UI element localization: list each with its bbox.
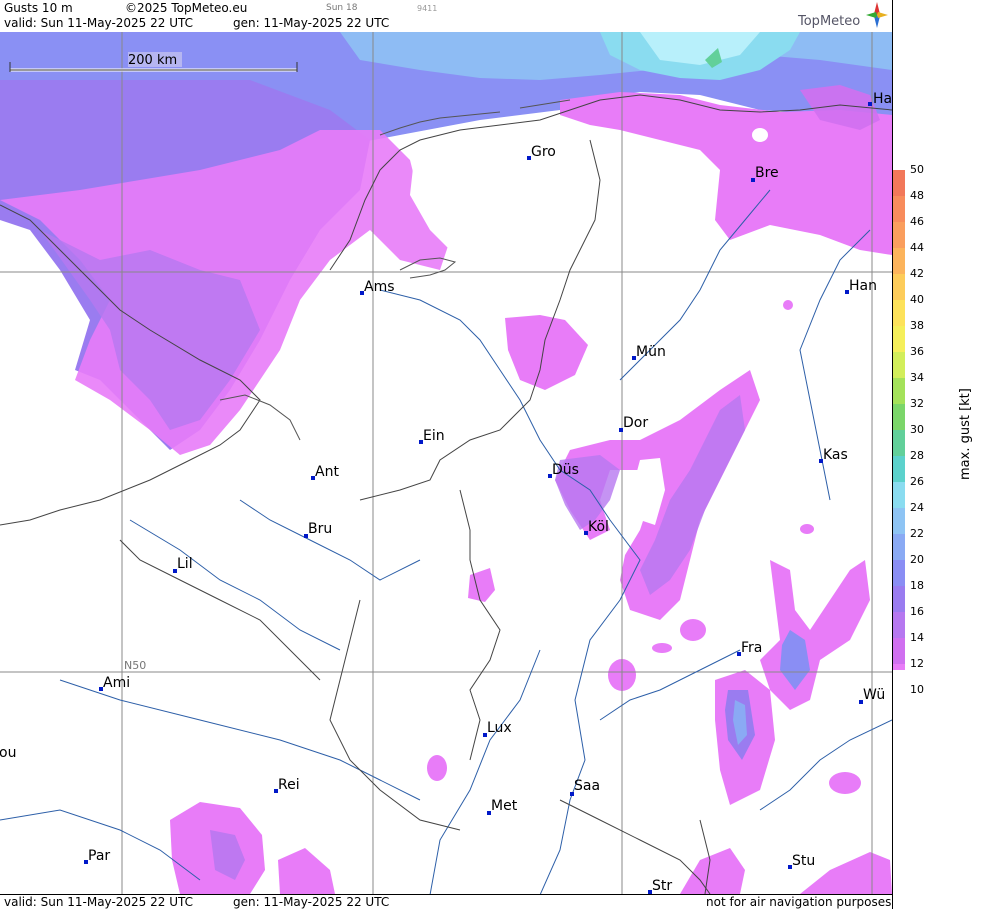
footer-generated-time: gen: 11-May-2025 22 UTC xyxy=(233,895,390,909)
footer-valid-time: valid: Sun 11-May-2025 22 UTC xyxy=(4,895,193,909)
city-label: Ami xyxy=(103,675,130,691)
city-label: Saa xyxy=(574,778,600,794)
gust-blob-g xyxy=(800,524,814,534)
colorbar-tick-label: 34 xyxy=(910,371,924,384)
colorbar-tick-label: 46 xyxy=(910,215,924,228)
city-label: Lux xyxy=(487,720,512,736)
city-label: Met xyxy=(491,798,518,814)
colorbar-tick-label: 20 xyxy=(910,553,924,566)
sun-tag: Sun 18 xyxy=(326,3,358,13)
city-label: ou xyxy=(0,745,16,761)
map-title: Gusts 10 m xyxy=(4,1,73,15)
colorbar-tick-label: 38 xyxy=(910,319,924,332)
generated-time: gen: 11-May-2025 22 UTC xyxy=(233,16,390,30)
city-label: Fra xyxy=(741,640,762,656)
city-label: Lil xyxy=(177,556,193,572)
colorbar-tick-label: 50 xyxy=(910,163,924,176)
map-canvas[interactable]: 200 km N50 Ha Gro Bre Ams Han Mün Dor Ei… xyxy=(0,32,892,894)
compass-logo-icon xyxy=(866,2,888,28)
gust-blob-e xyxy=(427,755,447,781)
header-bar: Gusts 10 m ©2025 TopMeteo.eu Sun 18 9411… xyxy=(0,0,892,32)
logo-text: TopMeteo xyxy=(798,14,861,29)
weather-map-page: Gusts 10 m ©2025 TopMeteo.eu Sun 18 9411… xyxy=(0,0,983,910)
colorbar-tick-label: 40 xyxy=(910,293,924,306)
scale-label: 200 km xyxy=(128,53,177,68)
city-label: Köl xyxy=(588,519,609,535)
city-label: Mün xyxy=(636,344,666,360)
colorbar-tick-label: 30 xyxy=(910,423,924,436)
gust-blob-f xyxy=(829,772,861,794)
map-svg: 200 km N50 Ha Gro Bre Ams Han Mün Dor Ei… xyxy=(0,32,892,894)
footer-disclaimer: not for air navigation purposes xyxy=(706,895,892,909)
colorbar-tick-label: 10 xyxy=(910,683,924,696)
colorbar-tick-label: 44 xyxy=(910,241,924,254)
colorbar-tick-label: 48 xyxy=(910,189,924,202)
colorbar-tick-label: 42 xyxy=(910,267,924,280)
colorbar-tick-label: 18 xyxy=(910,579,924,592)
colorbar-tick-label: 32 xyxy=(910,397,924,410)
city-label: Rei xyxy=(278,777,300,793)
colorbar-tick-label: 22 xyxy=(910,527,924,540)
colorbar xyxy=(893,170,905,670)
colorbar-tick-label: 24 xyxy=(910,501,924,514)
city-label: Ha xyxy=(873,91,892,107)
city-label: Ein xyxy=(423,428,445,444)
city-label: Stu xyxy=(792,853,815,869)
city-label: Par xyxy=(88,848,110,864)
city-label: Bru xyxy=(308,521,332,537)
legend-title: max. gust [kt] xyxy=(958,388,973,480)
city-label: Dor xyxy=(623,415,648,431)
footer-bar: valid: Sun 11-May-2025 22 UTC gen: 11-Ma… xyxy=(0,894,892,910)
gust-blob-b xyxy=(680,619,706,641)
city-label: Ams xyxy=(364,279,395,295)
gust-blob-h xyxy=(783,300,793,310)
colorbar-tick-label: 14 xyxy=(910,631,924,644)
graticule-label: N50 xyxy=(124,659,146,672)
gust-blob-c xyxy=(652,643,672,653)
colorbar-tick-label: 26 xyxy=(910,475,924,488)
valid-time: valid: Sun 11-May-2025 22 UTC xyxy=(4,16,193,30)
city-label: Gro xyxy=(531,144,556,160)
code-tag: 9411 xyxy=(417,4,438,13)
colorbar-tick-label: 28 xyxy=(910,449,924,462)
city-label: Wü xyxy=(863,687,885,703)
city-label: Bre xyxy=(755,165,779,181)
colorbar-tick-label: 36 xyxy=(910,345,924,358)
city-label: Ant xyxy=(315,464,339,480)
gust-hole xyxy=(752,128,768,142)
colorbar-tick-label: 16 xyxy=(910,605,924,618)
city-label: Düs xyxy=(552,462,579,478)
city-label: Str xyxy=(652,878,672,894)
copyright-text: ©2025 TopMeteo.eu xyxy=(125,1,248,15)
city-label: Kas xyxy=(823,447,848,463)
city-label: Han xyxy=(849,278,877,294)
colorbar-tick-label: 12 xyxy=(910,657,924,670)
city-marker xyxy=(868,102,872,106)
